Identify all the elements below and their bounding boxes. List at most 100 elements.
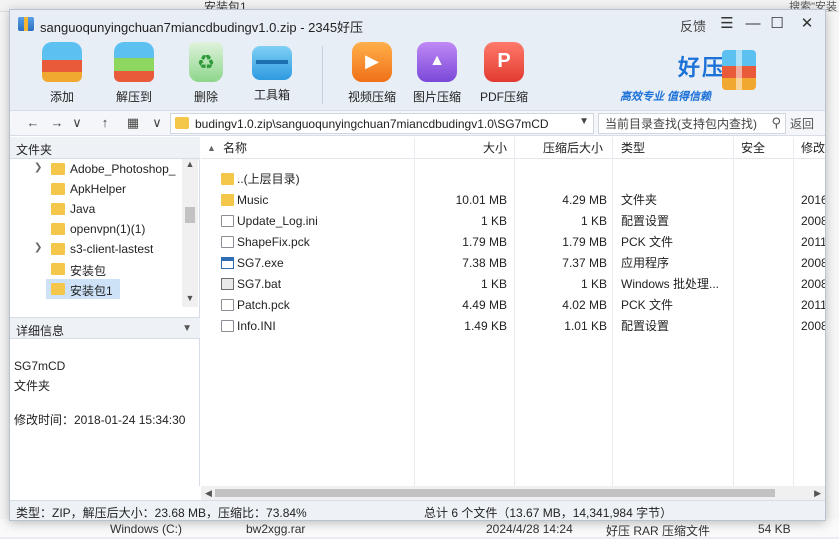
tree-item-label: Java [70,202,96,216]
background-file-size: 54 KB [758,522,791,536]
close-button[interactable]: ✕ [796,14,818,34]
search-icon[interactable]: ⚲ [771,115,781,131]
toolbox-button[interactable]: 工具箱 [242,40,302,108]
column-modified[interactable]: 修改时 [801,137,825,159]
column-name[interactable]: 名称 [223,137,247,159]
back-arrow-icon[interactable]: ← [24,114,42,132]
video-icon [352,42,392,82]
collapse-icon[interactable]: ▼ [182,323,192,334]
brand-logo: 好压 高效专业 值得信赖 [618,44,758,106]
file-modified: 2008- [801,277,825,291]
file-row-parent[interactable]: ..(上层目录) [201,169,825,190]
file-row[interactable]: Info.INI 1.49 KB 1.01 KB 配置设置 2008- [201,316,825,337]
image-icon [417,42,457,82]
bat-file-icon [221,278,234,290]
path-dropdown-icon[interactable]: ▼ [579,116,589,127]
scroll-thumb[interactable] [185,207,195,223]
background-file-type: 好压 RAR 压缩文件 [606,524,711,538]
scroll-right-icon[interactable]: ▶ [814,486,821,500]
column-security[interactable]: 安全 [741,137,765,159]
feedback-link[interactable]: 反馈 [680,16,706,35]
back-link[interactable]: 返回 [790,115,814,132]
ini-file-icon [221,215,234,227]
file-row[interactable]: SG7.exe 7.38 MB 7.37 MB 应用程序 2008- [201,253,825,274]
history-chevron-icon[interactable]: ∨ [68,114,86,132]
file-modified: 2011- [801,235,825,249]
file-list-header: ▲ 名称 大小 压缩后大小 类型 安全 修改时 [201,137,825,159]
file-size: 1.49 KB [464,319,507,333]
pdf-compress-button[interactable]: PDF压缩 [474,40,534,108]
status-archive-info: 类型：ZIP，解压后大小：23.68 MB，压缩比：73.84% [16,506,307,520]
expand-arrow-icon[interactable]: ❯ [34,162,42,173]
menu-icon[interactable]: ☰ [716,14,738,34]
file-row[interactable]: Music 10.01 MB 4.29 MB 文件夹 2016- [201,190,825,211]
details-modified: 修改时间：2018-01-24 15:34:30 [14,413,186,427]
file-icon [221,236,234,248]
search-input[interactable] [603,115,763,132]
file-size: 1 KB [480,214,507,228]
tree-scrollbar[interactable]: ▲ ▼ [182,159,198,307]
toolbox-label: 工具箱 [253,88,290,102]
file-icon [221,299,234,311]
tree-item-apkhelper[interactable]: ApkHelper [10,179,182,199]
expand-arrow-icon[interactable]: ❯ [34,242,42,253]
file-row[interactable]: Patch.pck 4.49 MB 4.02 MB PCK 文件 2011- [201,295,825,316]
tree-item-adobe[interactable]: ❯ Adobe_Photoshop_ [10,159,182,179]
file-size: 1.79 MB [462,235,507,249]
file-packed-size: 4.02 MB [562,298,607,312]
image-compress-button[interactable]: 图片压缩 [407,40,467,108]
background-file-row[interactable]: Windows (C:) bw2xgg.rar 2024/4/28 14:24 … [0,519,839,538]
sort-icon[interactable]: ▲ [207,137,216,159]
tree-item-openvpn[interactable]: openvpn(1)(1) [10,219,182,239]
tree-item-s3-client[interactable]: ❯ s3-client-lastest [10,239,182,259]
scroll-down-icon[interactable]: ▼ [182,293,198,307]
folder-tree: ❯ Adobe_Photoshop_ ApkHelper Java openvp… [10,159,200,307]
folder-pane-header: 文件夹 [10,137,200,159]
pdf-compress-label: PDF压缩 [479,90,528,104]
scroll-up-icon[interactable]: ▲ [182,159,198,173]
file-size: 1 KB [480,277,507,291]
file-list-hscrollbar[interactable]: ◀ ▶ [201,486,825,500]
column-size[interactable]: 大小 [415,137,507,159]
folder-pane-title: 文件夹 [16,143,53,157]
file-type: PCK 文件 [621,298,674,312]
file-size: 10.01 MB [455,193,507,207]
file-name: SG7.exe [237,256,284,270]
file-modified: 2008- [801,319,825,333]
window-title: sanguoqunyingchuan7miancdbudingv1.0.zip … [40,20,364,35]
file-packed-size: 1.01 KB [564,319,607,333]
file-row[interactable]: Update_Log.ini 1 KB 1 KB 配置设置 2008- [201,211,825,232]
file-name: ..(上层目录) [237,172,300,186]
maximize-button[interactable]: ☐ [766,14,788,34]
forward-arrow-icon[interactable]: → [48,114,66,132]
extract-button[interactable]: 解压到 [104,40,164,108]
details-header[interactable]: 详细信息 ▼ [10,317,200,339]
file-row[interactable]: SG7.bat 1 KB 1 KB Windows 批处理... 2008- [201,274,825,295]
folder-icon [51,263,65,275]
search-box[interactable]: ⚲ [598,113,786,134]
delete-label: 删除 [193,90,218,104]
tree-item-java[interactable]: Java [10,199,182,219]
tree-item-label: Adobe_Photoshop_ [70,162,176,176]
up-arrow-icon[interactable]: ↑ [96,114,114,132]
add-archive-icon [42,42,82,82]
video-compress-button[interactable]: 视频压缩 [342,40,402,108]
path-field[interactable]: budingv1.0.zip\sanguoqunyingchuan7miancd… [170,113,594,134]
delete-button[interactable]: 删除 [176,40,236,108]
file-size: 7.38 MB [462,256,507,270]
file-type: 应用程序 [621,256,670,270]
file-row[interactable]: ShapeFix.pck 1.79 MB 1.79 MB PCK 文件 2011… [201,232,825,253]
scroll-left-icon[interactable]: ◀ [205,486,212,500]
column-packed-size[interactable]: 压缩后大小 [511,137,603,159]
toolbar: 添加 解压到 删除 工具箱 视频压缩 图片压缩 PDF压缩 好压 高效 [10,38,825,110]
column-type[interactable]: 类型 [621,137,645,159]
tree-item-installer1[interactable]: 安装包1 [46,279,120,299]
brand-box-icon [722,50,756,90]
add-button[interactable]: 添加 [32,40,92,108]
status-bar: 类型：ZIP，解压后大小：23.68 MB，压缩比：73.84% 总计 6 个文… [10,500,825,520]
minimize-button[interactable]: — [742,14,764,34]
tree-item-installer[interactable]: 安装包 [10,259,182,279]
scroll-thumb[interactable] [215,489,775,497]
view-mode-icon[interactable]: ▦ [124,114,142,132]
view-dropdown-icon[interactable]: ∨ [148,114,166,132]
